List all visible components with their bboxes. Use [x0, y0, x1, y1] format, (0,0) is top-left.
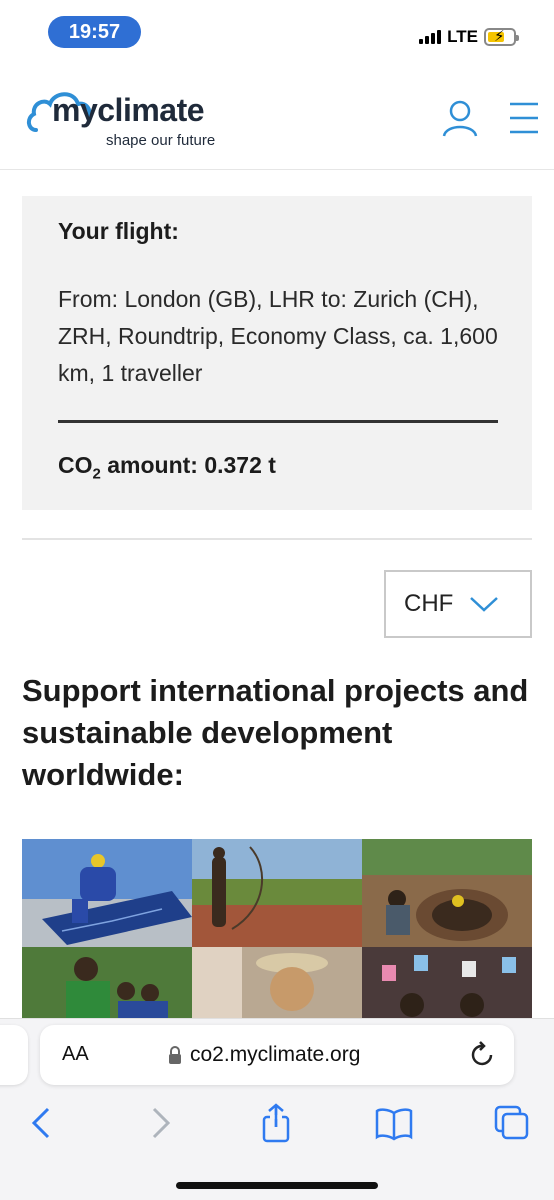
photo-man-on-rock: [192, 839, 362, 947]
project-photo-collage[interactable]: [22, 839, 532, 1019]
photo-children-group: [22, 947, 192, 1019]
currency-value: CHF: [404, 590, 454, 617]
back-icon[interactable]: [22, 1103, 62, 1143]
reader-options-button[interactable]: AA: [62, 1043, 89, 1066]
battery-charging-icon: ⚡: [484, 28, 519, 46]
card-divider: [58, 420, 498, 423]
flight-description: From: London (GB), LHR to: Zurich (CH), …: [58, 286, 498, 386]
photo-smiling-man: [192, 947, 362, 1019]
url-text: co2.myclimate.org: [190, 1043, 361, 1066]
browser-bottom-bar: AA co2.myclimate.org: [0, 1018, 554, 1200]
bookmarks-icon[interactable]: [374, 1103, 414, 1143]
share-icon[interactable]: [256, 1103, 296, 1143]
photo-people-holding-cups: [362, 947, 532, 1019]
logo-wordmark: myclimate: [52, 92, 205, 128]
status-indicators: LTE ⚡: [419, 24, 519, 50]
logo-tagline: shape our future: [106, 132, 216, 149]
photo-workers-building-pit: [362, 839, 532, 947]
user-icon[interactable]: [440, 98, 480, 138]
flight-title: Your flight:: [58, 218, 179, 244]
status-time: 19:57: [48, 16, 141, 48]
tabs-icon[interactable]: [492, 1103, 532, 1143]
co2-amount: CO2 amount: 0.372 t: [58, 452, 276, 483]
photo-solar-panel-worker: [22, 839, 192, 947]
section-divider: [22, 538, 532, 540]
network-label: LTE: [447, 27, 478, 46]
forward-icon[interactable]: [140, 1103, 180, 1143]
currency-select[interactable]: CHF: [384, 570, 532, 638]
chevron-down-icon: [470, 597, 499, 612]
menu-icon[interactable]: [508, 100, 540, 136]
support-heading: Support international projects and susta…: [22, 673, 529, 792]
home-indicator: [176, 1182, 378, 1189]
signal-icon: [419, 30, 442, 44]
reload-icon[interactable]: [470, 1041, 496, 1069]
site-header: myclimate shape our future: [0, 70, 554, 170]
previous-tab-peek[interactable]: [0, 1025, 28, 1085]
address-bar[interactable]: AA co2.myclimate.org: [40, 1025, 514, 1085]
lock-icon: [169, 1046, 181, 1064]
myclimate-logo[interactable]: myclimate shape our future: [26, 84, 246, 154]
flight-summary-card: Your flight: From: London (GB), LHR to: …: [22, 196, 532, 510]
